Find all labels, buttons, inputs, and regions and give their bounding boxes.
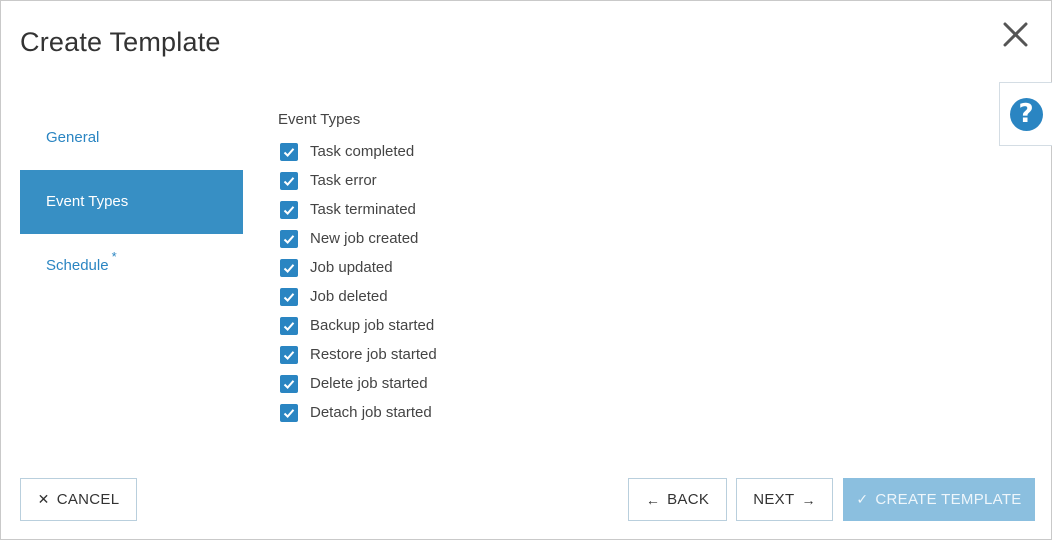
event-type-label: Task error	[310, 172, 377, 189]
checkmark-icon: ✓	[856, 491, 869, 507]
arrow-left-icon: ←	[645, 491, 661, 508]
cancel-button[interactable]: ✕ CANCEL	[20, 478, 137, 521]
event-types-checklist: Task completed Task error Task terminated N…	[278, 137, 437, 427]
back-button[interactable]: ← BACK	[628, 478, 727, 521]
checkbox-checked-icon[interactable]	[280, 142, 298, 161]
close-small-icon: ✕	[37, 491, 50, 507]
event-type-label: Job deleted	[310, 288, 388, 305]
event-types-section: Event Types Task completed Task error Task…	[278, 111, 437, 427]
step-schedule[interactable]: Schedule*	[20, 234, 243, 298]
event-type-label: Detach job started	[310, 404, 432, 421]
arrow-right-icon: →	[801, 491, 816, 508]
step-general[interactable]: General	[20, 106, 243, 170]
dialog-title: Create Template	[20, 27, 221, 57]
event-type-option[interactable]: Detach job started	[278, 398, 437, 427]
wizard-steps-nav: General Event Types Schedule*	[20, 106, 243, 298]
help-button[interactable]: ?	[999, 82, 1052, 146]
event-type-option[interactable]: Task terminated	[278, 195, 437, 224]
required-marker: *	[111, 249, 117, 264]
event-type-label: New job created	[310, 230, 419, 247]
event-type-option[interactable]: Job deleted	[278, 282, 437, 311]
checkbox-checked-icon[interactable]	[280, 403, 298, 422]
event-type-label: Task terminated	[310, 201, 416, 218]
step-event-types-label: Event Types	[46, 193, 129, 210]
event-type-option[interactable]: Delete job started	[278, 369, 437, 398]
step-event-types[interactable]: Event Types	[20, 170, 243, 234]
checkbox-checked-icon[interactable]	[280, 374, 298, 393]
event-type-option[interactable]: Restore job started	[278, 340, 437, 369]
event-type-label: Delete job started	[310, 375, 428, 392]
cancel-label: CANCEL	[56, 491, 120, 508]
create-template-dialog: Create Template ? General Event Types Sc…	[0, 0, 1052, 540]
event-type-label: Restore job started	[310, 346, 437, 363]
checkbox-checked-icon[interactable]	[280, 258, 298, 277]
next-button[interactable]: NEXT →	[736, 478, 833, 521]
event-types-heading: Event Types	[278, 111, 361, 128]
event-type-label: Task completed	[310, 143, 415, 160]
checkbox-checked-icon[interactable]	[280, 171, 298, 190]
checkbox-checked-icon[interactable]	[280, 229, 298, 248]
create-template-label: CREATE TEMPLATE	[875, 491, 1022, 508]
next-label: NEXT	[753, 491, 795, 508]
event-type-option[interactable]: Task error	[278, 166, 437, 195]
close-button[interactable]	[999, 18, 1033, 52]
event-type-option[interactable]: Backup job started	[278, 311, 437, 340]
step-general-label: General	[46, 129, 100, 146]
help-icon: ?	[1009, 97, 1043, 131]
event-type-option[interactable]: Task completed	[278, 137, 437, 166]
event-type-label: Job updated	[310, 259, 393, 276]
close-icon	[1003, 22, 1028, 47]
event-type-label: Backup job started	[310, 317, 435, 334]
event-type-option[interactable]: Job updated	[278, 253, 437, 282]
event-type-option[interactable]: New job created	[278, 224, 437, 253]
create-template-button[interactable]: ✓ CREATE TEMPLATE	[843, 478, 1035, 521]
back-label: BACK	[667, 491, 710, 508]
checkbox-checked-icon[interactable]	[280, 345, 298, 364]
step-schedule-label: Schedule	[46, 257, 109, 274]
checkbox-checked-icon[interactable]	[280, 316, 298, 335]
checkbox-checked-icon[interactable]	[280, 287, 298, 306]
checkbox-checked-icon[interactable]	[280, 200, 298, 219]
